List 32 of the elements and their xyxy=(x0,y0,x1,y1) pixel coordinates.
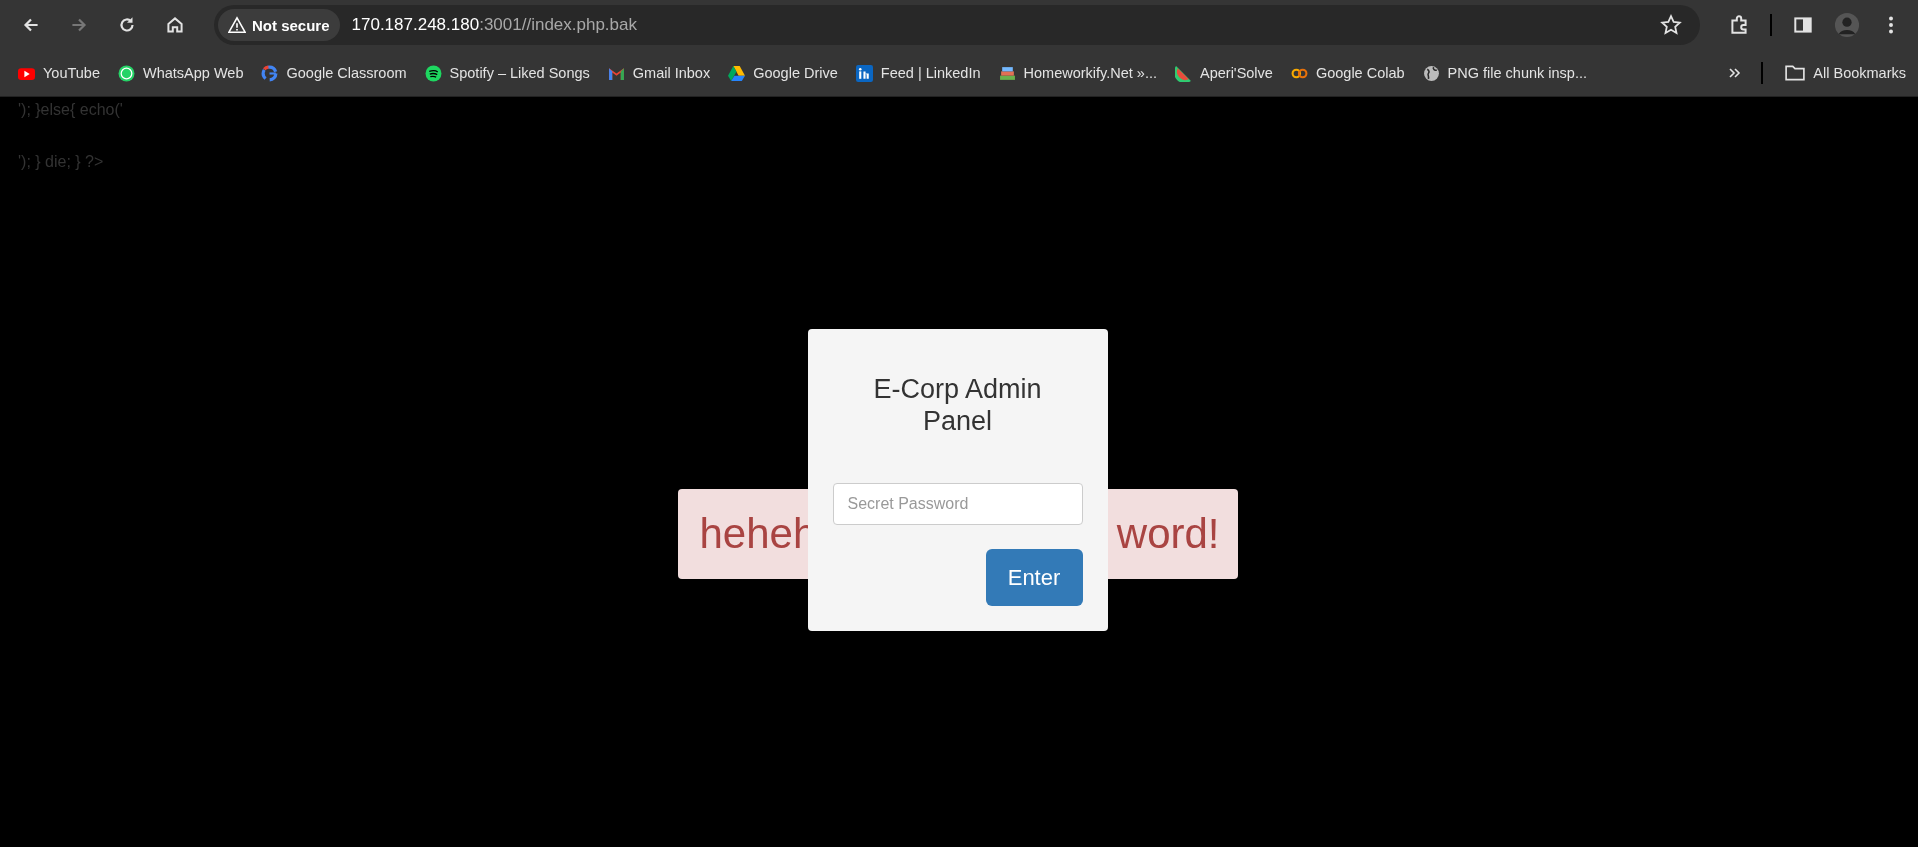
globe-icon xyxy=(1422,64,1440,82)
enter-button[interactable]: Enter xyxy=(985,549,1083,606)
panel-title: E-Corp Admin Panel xyxy=(872,373,1043,437)
bookmark-item[interactable]: Feed | LinkedIn xyxy=(849,60,987,86)
bookmark-item[interactable]: Google Classroom xyxy=(255,60,413,86)
bookmark-item[interactable]: Gmail Inbox xyxy=(601,60,717,86)
bookmark-item[interactable]: Aperi'Solve xyxy=(1169,60,1279,86)
security-chip[interactable]: Not secure xyxy=(218,9,340,41)
bookmark-item[interactable]: PNG file chunk insp... xyxy=(1416,60,1593,86)
security-label: Not secure xyxy=(252,16,330,34)
warning-icon xyxy=(228,16,246,34)
all-bookmarks-item[interactable]: All Bookmarks xyxy=(1779,60,1912,86)
bookmark-item[interactable]: Google Colab xyxy=(1284,60,1411,86)
password-field[interactable]: Secret Password xyxy=(832,483,1083,525)
books-icon xyxy=(998,64,1016,82)
folder-icon xyxy=(1785,64,1806,82)
sound-waves-icon xyxy=(424,64,442,82)
side-panel-icon[interactable] xyxy=(1792,14,1814,36)
triangle-icon xyxy=(728,64,746,82)
bookmark-item[interactable]: YouTube xyxy=(12,60,106,86)
square-icon xyxy=(855,64,873,82)
bookmark-item[interactable]: WhatsApp Web xyxy=(112,60,250,86)
watermelon-icon xyxy=(1175,64,1192,82)
alert-text: word! xyxy=(1116,510,1220,558)
url-text: 170.187.248.180:3001//index.php.bak xyxy=(351,15,638,35)
bookmark-item[interactable]: Homeworkify.Net »... xyxy=(992,60,1163,86)
puzzle-icon[interactable] xyxy=(1728,14,1750,36)
address-bar[interactable]: Not secure 170.187.248.180:3001//index.php.bak xyxy=(214,5,1700,45)
bookmark-item[interactable]: Spotify – Liked Songs xyxy=(418,60,596,86)
g-logo-icon xyxy=(261,64,279,82)
star-icon[interactable] xyxy=(1660,14,1682,36)
bookmark-item[interactable]: Google Drive xyxy=(722,60,844,86)
